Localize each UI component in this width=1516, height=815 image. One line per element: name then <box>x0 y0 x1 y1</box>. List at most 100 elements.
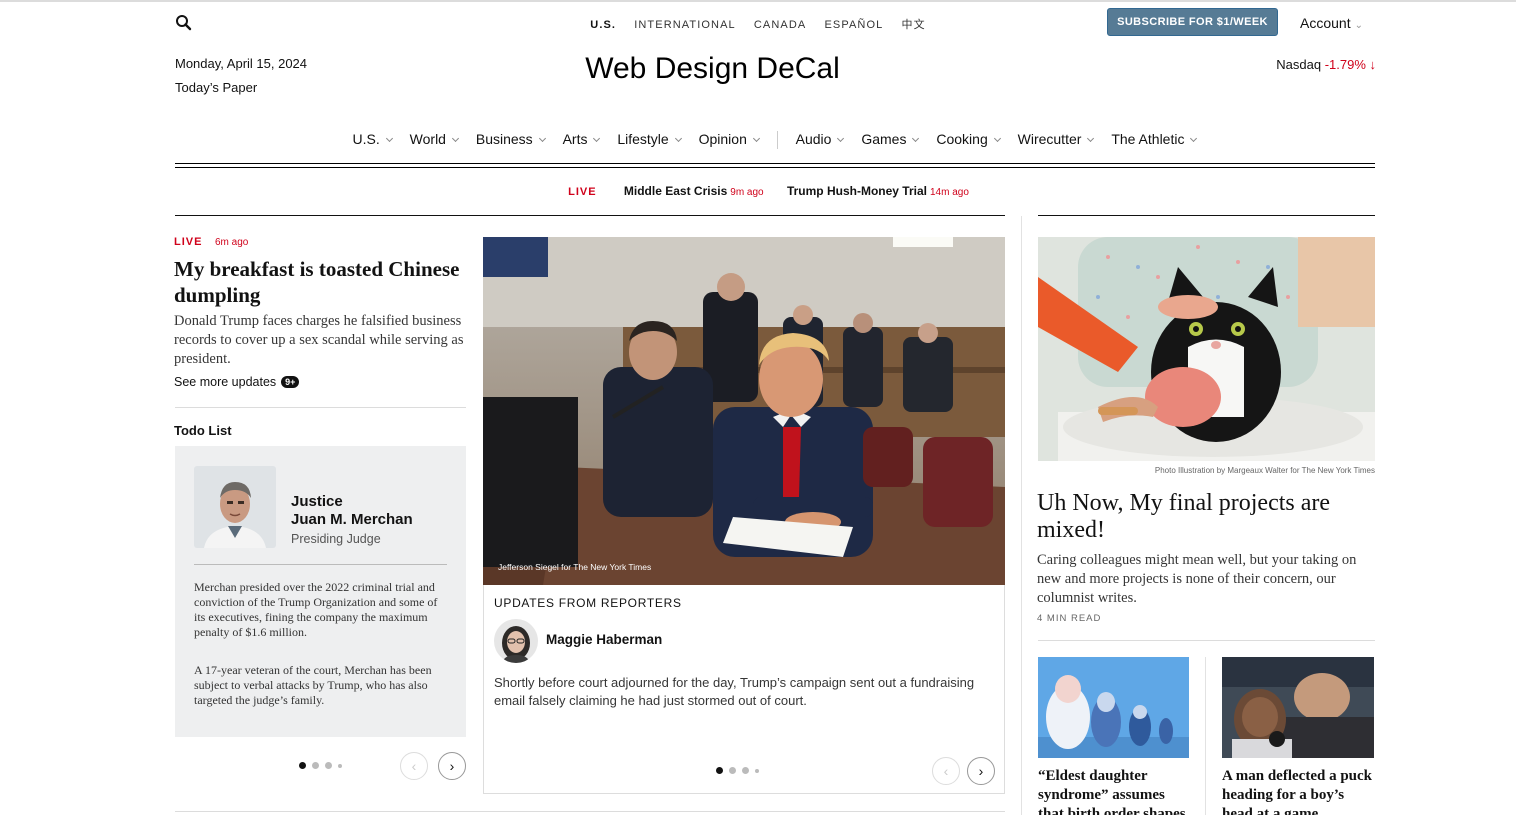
chevron-left-icon: ‹ <box>411 758 417 774</box>
chevron-down-icon <box>912 134 920 143</box>
chevron-down-icon <box>674 134 682 143</box>
masthead-title[interactable]: Web Design DeCal <box>0 52 1425 86</box>
update-text[interactable]: Shortly before court adjourned for the d… <box>494 674 994 710</box>
bottom-rule <box>175 811 1005 812</box>
edition-canada[interactable]: CANADA <box>754 19 806 31</box>
lead-headline[interactable]: My breakfast is toasted Chinese dumpling <box>174 256 469 308</box>
updates-count-badge: 9+ <box>281 376 300 388</box>
nav-rule-top <box>175 163 1375 164</box>
nav-rule-bottom <box>175 167 1375 168</box>
edition-espanol[interactable]: ESPAÑOL <box>825 19 884 31</box>
nav-item-audio[interactable]: Audio <box>795 131 845 147</box>
section-nav: U.S. World Business Arts Lifestyle Opini… <box>0 131 1516 150</box>
chevron-right-icon: › <box>978 763 984 779</box>
carousel-dot[interactable] <box>338 764 342 768</box>
updates-label: UPDATES FROM REPORTERS <box>494 596 682 610</box>
account-menu[interactable]: Account ⌄ <box>1300 15 1363 31</box>
chevron-down-icon <box>593 134 601 143</box>
market-ticker[interactable]: Nasdaq -1.79% ↓ <box>1240 57 1376 72</box>
reporter-avatar[interactable] <box>494 619 538 663</box>
nav-item-business[interactable]: Business <box>475 131 546 147</box>
nav-label: Games <box>861 131 907 147</box>
live-story-time: 9m ago <box>730 187 764 198</box>
nav-label: Business <box>475 131 533 147</box>
see-more-updates-link[interactable]: See more updates 9+ <box>174 375 300 389</box>
nav-item-cooking[interactable]: Cooking <box>936 131 1001 147</box>
nav-label: Cooking <box>936 131 988 147</box>
photo-credit: Jefferson Siegel for The New York Times <box>498 562 652 572</box>
nav-label: Audio <box>795 131 832 147</box>
subscribe-button[interactable]: SUBSCRIBE FOR $1/WEEK <box>1107 8 1278 36</box>
lead-summary: Donald Trump faces charges he falsified … <box>174 313 464 367</box>
chevron-down-icon: ⌄ <box>1354 20 1363 31</box>
carousel-dot[interactable] <box>325 762 332 769</box>
right-column-rule <box>1038 215 1375 216</box>
nav-label: Wirecutter <box>1017 131 1082 147</box>
edition-international[interactable]: INTERNATIONAL <box>634 19 736 31</box>
carousel-dot[interactable] <box>742 767 749 774</box>
lead-time: 6m ago <box>215 237 249 248</box>
edition-links: U.S. INTERNATIONAL CANADA ESPAÑOL 中文 <box>0 16 1516 32</box>
carousel-indicator <box>716 767 765 774</box>
carousel-dot[interactable] <box>312 762 319 769</box>
see-more-label: See more updates <box>174 375 277 389</box>
card-divider <box>194 564 447 565</box>
nav-item-lifestyle[interactable]: Lifestyle <box>617 131 682 147</box>
photo-credit: Photo Illustration by Margeaux Walter fo… <box>1154 466 1375 475</box>
carousel-indicator <box>299 762 348 769</box>
carousel-next-button[interactable]: › <box>438 752 466 780</box>
chevron-down-icon <box>1190 134 1198 143</box>
nav-item-us[interactable]: U.S. <box>352 131 393 147</box>
carousel-dot[interactable] <box>729 767 736 774</box>
column-divider <box>1205 657 1206 815</box>
judge-title: Justice <box>291 493 343 510</box>
nav-item-games[interactable]: Games <box>861 131 920 147</box>
main-column-rule <box>175 215 1005 216</box>
live-story-time: 14m ago <box>929 187 969 198</box>
story-headline[interactable]: A man deflected a puck heading for a boy… <box>1222 767 1374 815</box>
live-story-middle-east[interactable]: Middle East Crisis <box>624 184 727 198</box>
nav-item-wirecutter[interactable]: Wirecutter <box>1017 131 1095 147</box>
nesting-dolls-thumbnail[interactable] <box>1038 657 1189 758</box>
cat-photo[interactable] <box>1038 237 1375 461</box>
nav-item-the-athletic[interactable]: The Athletic <box>1111 131 1198 147</box>
top-divider <box>0 0 1516 2</box>
nav-label: The Athletic <box>1111 131 1185 147</box>
nav-label: U.S. <box>352 131 380 147</box>
nav-item-world[interactable]: World <box>410 131 460 147</box>
carousel-prev-button[interactable]: ‹ <box>400 752 428 780</box>
live-label: LIVE <box>568 186 597 198</box>
judge-photo <box>194 466 276 548</box>
story-headline[interactable]: “Eldest daughter syndrome” assumes that … <box>1038 767 1190 815</box>
lead-live-label: LIVE <box>174 236 203 248</box>
feature-summary: Caring colleagues might mean well, but y… <box>1037 552 1357 606</box>
nav-label: Opinion <box>698 131 747 147</box>
reporter-name[interactable]: Maggie Haberman <box>546 632 662 647</box>
chevron-down-icon <box>837 134 845 143</box>
judge-role: Presiding Judge <box>291 532 381 546</box>
courtroom-photo[interactable] <box>483 237 1005 585</box>
nav-item-arts[interactable]: Arts <box>563 131 601 147</box>
nasdaq-label: Nasdaq <box>1276 57 1322 72</box>
judge-name: Juan M. Merchan <box>291 511 413 528</box>
hockey-fans-thumbnail[interactable] <box>1222 657 1374 758</box>
carousel-dot-active[interactable] <box>299 762 306 769</box>
chevron-down-icon <box>1087 134 1095 143</box>
chevron-right-icon: › <box>449 758 455 774</box>
column-divider <box>1021 216 1022 815</box>
live-bar: LIVE Middle East Crisis 9m ago Trump Hush… <box>0 184 1516 198</box>
edition-chinese[interactable]: 中文 <box>902 19 926 31</box>
edition-us[interactable]: U.S. <box>590 19 616 31</box>
feature-headline[interactable]: Uh Now, My final projects are mixed! <box>1037 490 1375 544</box>
nav-label: Lifestyle <box>617 131 669 147</box>
carousel-prev-button[interactable]: ‹ <box>932 757 960 785</box>
live-story-trump-trial[interactable]: Trump Hush-Money Trial <box>787 184 927 198</box>
right-rule <box>1038 640 1375 641</box>
carousel-dot[interactable] <box>755 769 759 773</box>
read-time: 4 MIN READ <box>1037 613 1102 624</box>
chevron-left-icon: ‹ <box>943 763 949 779</box>
chevron-down-icon <box>538 134 546 143</box>
nav-item-opinion[interactable]: Opinion <box>698 131 760 147</box>
carousel-next-button[interactable]: › <box>967 757 995 785</box>
carousel-dot-active[interactable] <box>716 767 723 774</box>
